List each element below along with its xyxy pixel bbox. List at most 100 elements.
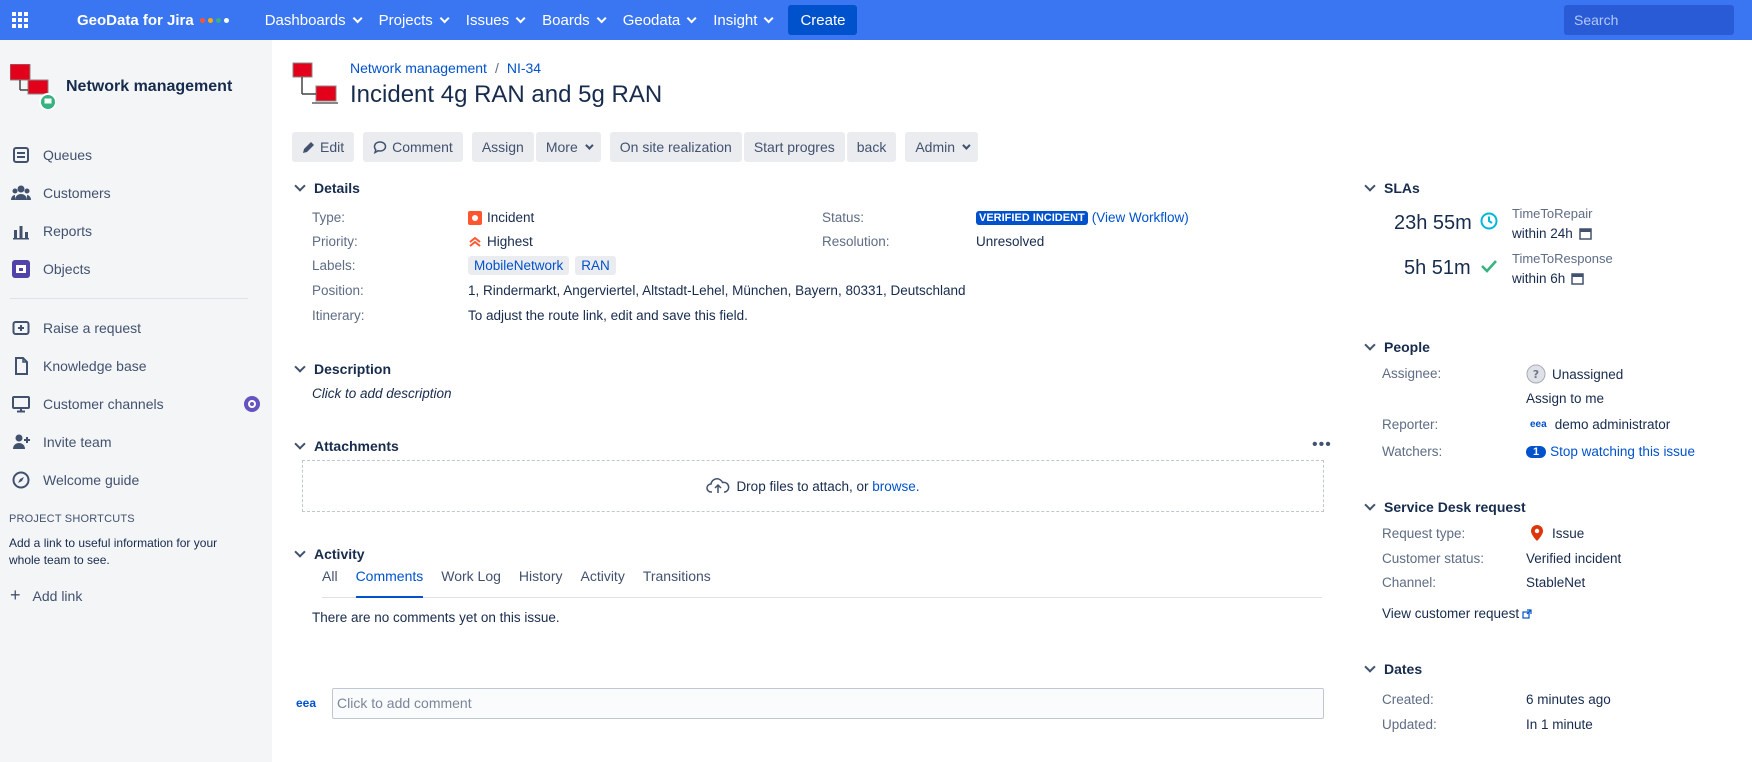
issue-header: Network management / NI-34 Incident 4g R…: [292, 60, 662, 109]
tab-transitions[interactable]: Transitions: [643, 568, 711, 598]
browse-link[interactable]: browse.: [872, 479, 919, 494]
comment-icon: [373, 141, 387, 154]
channel-label: Channel:: [1382, 575, 1437, 590]
brand-dots-icon: [199, 17, 229, 23]
user-avatar: eea: [296, 696, 317, 710]
project-header: Network management: [0, 40, 272, 116]
nav-issues[interactable]: Issues: [456, 0, 532, 40]
description-placeholder[interactable]: Click to add description: [312, 386, 452, 401]
pencil-icon: [303, 141, 314, 153]
dates-section-toggle[interactable]: Dates: [1362, 661, 1422, 677]
service-desk-section-toggle[interactable]: Service Desk request: [1362, 499, 1526, 515]
nav-geodata-label: Geodata: [622, 11, 681, 29]
external-link-icon: [1522, 608, 1532, 619]
sidebar-item-label: Reports: [43, 223, 93, 239]
app-switcher-icon[interactable]: [0, 0, 40, 40]
assignee-label: Assignee:: [1382, 366, 1442, 381]
nav-dashboards[interactable]: Dashboards: [255, 0, 369, 40]
itinerary-value[interactable]: To adjust the route link, edit and save …: [468, 308, 748, 323]
brand-logo[interactable]: GeoData for Jira: [77, 12, 229, 29]
project-avatar-icon[interactable]: [9, 63, 57, 111]
project-name[interactable]: Network management: [66, 78, 232, 96]
chevron-down-icon: [584, 141, 594, 150]
nav-projects-label: Projects: [378, 11, 433, 29]
sidebar-item-queues[interactable]: Queues: [0, 136, 272, 174]
assign-to-me-link[interactable]: Assign to me: [1526, 391, 1604, 406]
chevron-down-icon: [294, 361, 306, 373]
description-heading: Description: [314, 361, 392, 377]
nav-boards[interactable]: Boards: [532, 0, 613, 40]
reporter-avatar: eea: [1530, 419, 1547, 430]
tab-work-log[interactable]: Work Log: [441, 568, 501, 598]
admin-button[interactable]: Admin: [905, 132, 979, 162]
issue-main-column: Network management / NI-34 Incident 4g R…: [292, 40, 1332, 762]
sidebar-item-invite-team[interactable]: Invite team: [0, 423, 272, 461]
chevron-down-icon: [294, 438, 306, 450]
breadcrumb-issue-key[interactable]: NI-34: [507, 60, 541, 76]
add-link-button[interactable]: + Add link: [0, 569, 272, 606]
comment-button[interactable]: Comment: [363, 132, 463, 162]
more-button[interactable]: More: [535, 132, 601, 162]
sidebar-item-raise-request[interactable]: Raise a request: [0, 309, 272, 347]
project-avatar-icon[interactable]: [292, 62, 340, 108]
nav-insight[interactable]: Insight: [703, 0, 780, 40]
description-section-toggle[interactable]: Description: [292, 361, 391, 377]
sidebar-item-customer-channels[interactable]: Customer channels: [0, 385, 272, 423]
stop-watching-link[interactable]: Stop watching this issue: [1550, 444, 1695, 459]
view-customer-request-text: View customer request: [1382, 606, 1520, 621]
chevron-down-icon: [515, 12, 526, 23]
position-link[interactable]: 1, Rindermarkt, Angerviertel, Altstadt-L…: [468, 283, 966, 298]
sidebar-item-reports[interactable]: Reports: [0, 212, 272, 250]
tab-all[interactable]: All: [322, 568, 338, 598]
slas-section-toggle[interactable]: SLAs: [1362, 180, 1420, 196]
nav-geodata[interactable]: Geodata: [613, 0, 704, 40]
sidebar-item-customers[interactable]: Customers: [0, 174, 272, 212]
start-progress-button[interactable]: Start progres: [743, 132, 845, 162]
assign-button[interactable]: Assign: [471, 132, 534, 162]
reporter-label: Reporter:: [1382, 417, 1439, 432]
nav-projects[interactable]: Projects: [369, 0, 456, 40]
activity-tabs: All Comments Work Log History Activity T…: [322, 568, 1322, 598]
position-label: Position:: [312, 283, 364, 298]
created-value: 6 minutes ago: [1526, 692, 1611, 707]
sidebar-divider: [10, 298, 248, 299]
slas-heading: SLAs: [1384, 180, 1420, 196]
activity-section-toggle[interactable]: Activity: [292, 546, 365, 562]
details-section-toggle[interactable]: Details: [292, 180, 360, 196]
reporter-value-text: demo administrator: [1554, 417, 1671, 432]
people-section-toggle[interactable]: People: [1362, 339, 1430, 355]
sidebar-item-welcome-guide[interactable]: Welcome guide: [0, 461, 272, 499]
sidebar-item-objects[interactable]: Objects: [0, 250, 272, 288]
plus-icon: +: [10, 585, 21, 605]
attachment-dropzone[interactable]: Drop files to attach, or browse.: [302, 460, 1324, 512]
assignee-value[interactable]: ? Unassigned: [1526, 364, 1623, 384]
nav-insight-label: Insight: [713, 11, 758, 29]
attachments-section-toggle[interactable]: Attachments: [292, 438, 399, 454]
tab-comments[interactable]: Comments: [355, 568, 424, 598]
priority-highest-icon: [469, 236, 481, 247]
admin-button-label: Admin: [915, 139, 956, 155]
tab-history[interactable]: History: [519, 568, 563, 598]
label-tag[interactable]: RAN: [575, 256, 616, 275]
issue-title[interactable]: Incident 4g RAN and 5g RAN: [350, 81, 662, 109]
view-workflow-link[interactable]: (View Workflow): [1092, 210, 1189, 225]
add-comment-field[interactable]: Click to add comment: [332, 688, 1324, 719]
on-site-realization-button[interactable]: On site realization: [609, 132, 742, 162]
sidebar-item-knowledge-base[interactable]: Knowledge base: [0, 347, 272, 385]
more-options-icon[interactable]: •••: [1312, 436, 1332, 454]
back-button[interactable]: back: [846, 132, 897, 162]
label-tag[interactable]: MobileNetwork: [468, 256, 570, 275]
watchers-count-badge[interactable]: 1: [1526, 445, 1547, 458]
breadcrumb-project-link[interactable]: Network management: [350, 60, 487, 76]
search-input[interactable]: [1574, 12, 1752, 28]
sla-remaining-time: 23h 55m: [1394, 212, 1472, 234]
calendar-icon: [1579, 228, 1592, 240]
create-button[interactable]: Create: [788, 5, 858, 35]
search-box: [1564, 5, 1752, 35]
reporter-value[interactable]: eea demo administrator: [1530, 417, 1670, 432]
view-customer-request-link[interactable]: View customer request: [1382, 606, 1532, 621]
sla-goal: within 24h: [1512, 226, 1592, 241]
edit-button[interactable]: Edit: [292, 132, 355, 162]
tab-activity[interactable]: Activity: [580, 568, 624, 598]
type-label: Type:: [312, 210, 346, 225]
